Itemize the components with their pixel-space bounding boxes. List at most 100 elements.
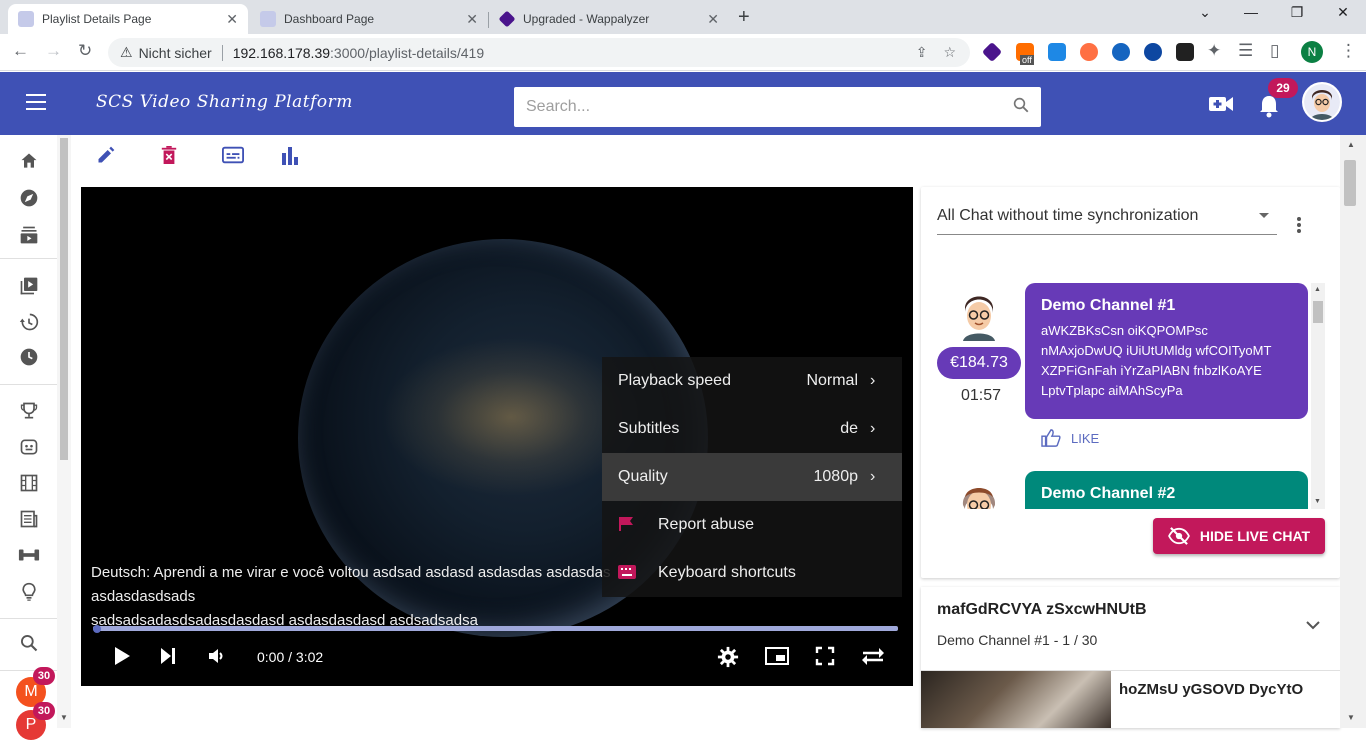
history-icon[interactable] bbox=[18, 312, 40, 334]
hide-live-chat-label: HIDE LIVE CHAT bbox=[1199, 528, 1311, 544]
play-icon[interactable] bbox=[113, 646, 131, 671]
minimize-button[interactable]: — bbox=[1228, 4, 1274, 20]
menu-item-subtitles[interactable]: Subtitles de › bbox=[602, 405, 902, 453]
share-icon[interactable]: ⇪ bbox=[916, 44, 928, 61]
sports-icon[interactable] bbox=[18, 545, 40, 567]
movies-icon[interactable] bbox=[18, 473, 40, 495]
reading-list-icon[interactable]: ☰ bbox=[1238, 41, 1253, 61]
brand-logo[interactable]: SCS Video Sharing Platform bbox=[96, 92, 353, 112]
video-player[interactable]: Deutsch: Aprendi a me virar e você volto… bbox=[81, 187, 913, 686]
browser-tab-wappalyzer[interactable]: Upgraded - Wappalyzer ✕ bbox=[489, 4, 729, 34]
page-scroll-up-icon[interactable]: ▲ bbox=[1347, 140, 1355, 149]
gamepad-icon[interactable] bbox=[18, 437, 40, 459]
profile-avatar[interactable]: N bbox=[1301, 41, 1323, 63]
extension-shield-icon[interactable] bbox=[1144, 43, 1162, 61]
watch-later-icon[interactable] bbox=[18, 347, 40, 369]
user-avatar[interactable] bbox=[1302, 82, 1342, 122]
chevron-down-icon[interactable] bbox=[1305, 617, 1321, 633]
address-bar[interactable]: ⚠ Nicht sicher 192.168.178.39 :3000/play… bbox=[108, 38, 970, 67]
back-button[interactable]: ← bbox=[12, 41, 29, 61]
loop-icon[interactable] bbox=[861, 646, 885, 671]
menu-icon[interactable] bbox=[26, 94, 46, 110]
message-author[interactable]: Demo Channel #1 bbox=[1041, 297, 1292, 315]
sidebar-divider bbox=[0, 258, 57, 259]
message-author[interactable]: Demo Channel #2 bbox=[1041, 485, 1292, 503]
search-input[interactable] bbox=[526, 98, 1001, 116]
hide-live-chat-button[interactable]: HIDE LIVE CHAT bbox=[1153, 518, 1325, 554]
app-favicon-icon bbox=[18, 11, 34, 27]
subtitle-line: Deutsch: Aprendi a me virar e você volto… bbox=[91, 564, 611, 605]
chevron-right-icon: › bbox=[870, 468, 876, 485]
browser-tab-playlist[interactable]: Playlist Details Page ✕ bbox=[8, 4, 248, 34]
menu-item-label: Playback speed bbox=[618, 372, 731, 389]
subtitles-icon[interactable] bbox=[222, 145, 244, 170]
notifications-bell-icon[interactable] bbox=[1258, 94, 1280, 124]
close-window-button[interactable]: ✕ bbox=[1320, 4, 1366, 21]
tab-search-icon[interactable]: ⌄ bbox=[1182, 4, 1228, 21]
sidebar-scroll-thumb[interactable] bbox=[60, 138, 68, 460]
notification-badge: 29 bbox=[1268, 78, 1298, 98]
firefox-relay-icon[interactable] bbox=[1080, 43, 1098, 61]
like-button[interactable]: LIKE bbox=[1041, 429, 1099, 447]
chat-scroll-up-icon[interactable]: ▲ bbox=[1314, 286, 1321, 293]
search-icon[interactable] bbox=[18, 633, 40, 655]
volume-icon[interactable] bbox=[207, 646, 227, 671]
chat-bubble: Demo Channel #1 aWKZBKsCsn oiKQPOMPsc nM… bbox=[1025, 283, 1308, 419]
extension-blue-icon[interactable] bbox=[1048, 43, 1066, 61]
playlist-title: mafGdRCVYA zSxcwHNUtB bbox=[937, 601, 1147, 618]
angular-devtools-icon[interactable] bbox=[1176, 43, 1194, 61]
bookmark-star-icon[interactable]: ☆ bbox=[943, 44, 956, 61]
new-tab-button[interactable]: + bbox=[738, 6, 750, 29]
menu-item-report-abuse[interactable]: Report abuse bbox=[602, 501, 902, 549]
tab-title: Dashboard Page bbox=[284, 12, 375, 26]
reload-button[interactable]: ↻ bbox=[78, 41, 92, 61]
maximize-button[interactable]: ❐ bbox=[1274, 4, 1320, 21]
menu-item-playback-speed[interactable]: Playback speed Normal › bbox=[602, 357, 902, 405]
browser-tabstrip: Playlist Details Page ✕ Dashboard Page ✕… bbox=[0, 0, 1366, 34]
close-tab-icon[interactable]: ✕ bbox=[226, 11, 238, 28]
close-tab-icon[interactable]: ✕ bbox=[707, 11, 719, 28]
side-panel-icon[interactable]: ▯ bbox=[1270, 41, 1279, 61]
more-options-icon[interactable] bbox=[1297, 217, 1301, 235]
delete-icon[interactable] bbox=[160, 145, 178, 170]
upload-video-icon[interactable] bbox=[1208, 94, 1234, 119]
stats-icon[interactable] bbox=[281, 145, 299, 170]
chevron-right-icon: › bbox=[870, 372, 876, 389]
sidebar-scroll-down-icon[interactable]: ▼ bbox=[60, 713, 68, 722]
edit-icon[interactable] bbox=[96, 145, 116, 170]
chat-mode-select[interactable]: All Chat without time synchronization bbox=[937, 207, 1277, 235]
chat-scroll-thumb[interactable] bbox=[1313, 301, 1323, 323]
tab-title: Playlist Details Page bbox=[42, 12, 152, 26]
browser-tab-dashboard[interactable]: Dashboard Page ✕ bbox=[250, 4, 488, 34]
library-icon[interactable] bbox=[18, 276, 40, 298]
next-icon[interactable] bbox=[159, 646, 177, 671]
page-scroll-thumb[interactable] bbox=[1344, 160, 1356, 206]
security-label[interactable]: Nicht sicher bbox=[139, 45, 212, 61]
chat-scroll-down-icon[interactable]: ▼ bbox=[1314, 498, 1321, 505]
playlist-video-thumbnail[interactable] bbox=[921, 671, 1111, 728]
subscriptions-icon[interactable] bbox=[18, 225, 40, 247]
menu-item-quality[interactable]: Quality 1080p › bbox=[602, 453, 902, 501]
picture-in-picture-icon[interactable] bbox=[765, 646, 789, 671]
page-scrollbar[interactable] bbox=[1340, 135, 1366, 728]
search-icon[interactable] bbox=[1001, 96, 1041, 119]
playlist-panel: mafGdRCVYA zSxcwHNUtB Demo Channel #1 - … bbox=[921, 587, 1340, 728]
explore-icon[interactable] bbox=[18, 188, 40, 210]
forward-button[interactable]: → bbox=[45, 41, 62, 61]
browser-menu-icon[interactable]: ⋮ bbox=[1340, 41, 1357, 61]
page-scroll-down-icon[interactable]: ▼ bbox=[1347, 713, 1355, 722]
progress-handle[interactable] bbox=[93, 625, 101, 633]
extension-a-icon[interactable] bbox=[1112, 43, 1130, 61]
playlist-video-title[interactable]: hoZMsU yGSOVD DycYtO bbox=[1119, 681, 1303, 698]
progress-bar[interactable] bbox=[93, 626, 898, 631]
news-icon[interactable] bbox=[18, 509, 40, 531]
trophy-icon[interactable] bbox=[18, 401, 40, 423]
settings-gear-icon[interactable] bbox=[717, 646, 739, 673]
menu-item-keyboard-shortcuts[interactable]: Keyboard shortcuts bbox=[602, 549, 902, 597]
close-tab-icon[interactable]: ✕ bbox=[466, 11, 478, 28]
extensions-puzzle-icon[interactable]: ✦ bbox=[1207, 41, 1221, 61]
lightbulb-icon[interactable] bbox=[18, 582, 40, 604]
home-icon[interactable] bbox=[18, 151, 40, 173]
wappalyzer-extension-icon[interactable] bbox=[981, 41, 1003, 63]
fullscreen-icon[interactable] bbox=[815, 646, 835, 671]
